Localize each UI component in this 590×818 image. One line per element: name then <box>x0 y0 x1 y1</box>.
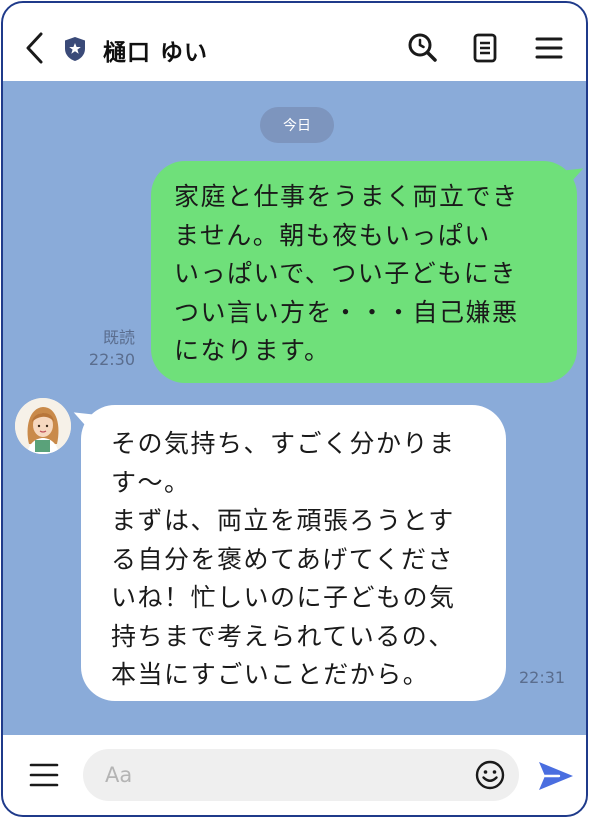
avatar-illustration <box>15 398 71 454</box>
message-timestamp: 22:31 <box>519 668 566 687</box>
read-receipt: 既読 <box>102 328 135 347</box>
outgoing-message-bubble[interactable]: 家庭と仕事をうまく両立でき ません。朝も夜もいっぱい いっぱいで、つい子どもにき… <box>151 161 577 383</box>
chat-screen: 樋口 ゆい 今日 家庭と仕事をうまく両立でき ません。朝も夜もいっぱい いっぱい… <box>1 1 588 817</box>
emoji-icon[interactable] <box>474 759 506 791</box>
shield-star-icon <box>65 37 85 61</box>
message-input[interactable] <box>83 749 519 801</box>
avatar[interactable] <box>15 398 71 454</box>
incoming-message-bubble[interactable]: その気持ち、すごく分かりま す〜。 まずは、両立を頑張ろうとす る自分を褒めてあ… <box>81 405 506 701</box>
notes-icon[interactable] <box>468 31 502 65</box>
message-timestamp: 22:30 <box>88 350 135 369</box>
date-separator: 今日 <box>260 107 334 143</box>
contact-name: 樋口 ゆい <box>103 40 209 66</box>
back-icon[interactable] <box>23 31 47 65</box>
menu-icon[interactable] <box>531 31 565 65</box>
message-composer <box>3 735 586 815</box>
send-icon[interactable] <box>537 759 575 793</box>
search-icon[interactable] <box>405 31 439 65</box>
chat-header: 樋口 ゆい <box>3 3 586 81</box>
menu-icon[interactable] <box>29 761 59 789</box>
